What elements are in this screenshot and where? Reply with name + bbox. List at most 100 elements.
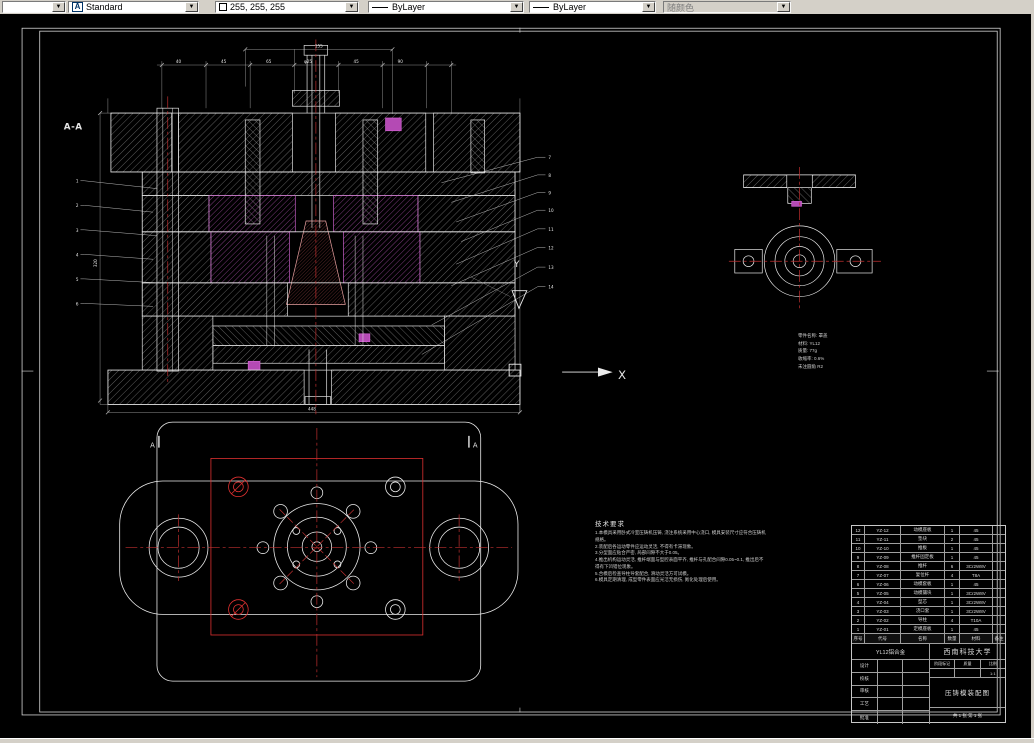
param-line: 未注圆角 R2	[798, 363, 824, 369]
part-qty: 4	[945, 571, 960, 579]
part-name: 推杆	[901, 562, 945, 570]
parts-row: 3 YZ-03 浇口套 1 3Cr2W8V	[852, 607, 1005, 616]
signature-label: 校核	[852, 672, 878, 685]
part-code: YZ-06	[865, 580, 901, 588]
part-qty: 1	[945, 580, 960, 588]
part-seq: 7	[852, 571, 865, 579]
svg-text:14: 14	[548, 285, 554, 290]
svg-text:6: 6	[76, 301, 79, 306]
svg-text:40: 40	[176, 59, 182, 64]
linetype-value: ByLayer	[392, 2, 426, 12]
part-material: 45	[960, 535, 993, 543]
linetype-combo[interactable]: ByLayer ▼	[368, 1, 524, 13]
text-style-value: Standard	[86, 2, 123, 12]
part-material: 3Cr2W8V	[960, 589, 993, 597]
part-material: T10A	[960, 616, 993, 624]
chevron-down-icon[interactable]: ▼	[185, 2, 198, 12]
parts-row: 1 YZ-01 定模座板 1 45	[852, 625, 1005, 634]
svg-text:φ25: φ25	[304, 59, 312, 64]
lineweight-value: ByLayer	[553, 2, 587, 12]
tech-note-line: 4.推出机构运动灵活, 推杆端面与型腔表面平齐, 推杆与孔配合间隙0.05~0.…	[595, 557, 764, 569]
part-name: 导柱	[901, 616, 945, 624]
chevron-down-icon[interactable]: ▼	[642, 2, 655, 12]
ucs-y-label: Y	[513, 260, 520, 270]
layer-combo[interactable]: ▼	[2, 1, 66, 13]
svg-text:9: 9	[548, 191, 551, 196]
part-name: 定模座板	[901, 625, 945, 633]
part-qty: 1	[945, 625, 960, 633]
part-seq: 11	[852, 535, 865, 543]
part-note	[993, 607, 1005, 615]
school-cell: 西南科技大学	[943, 648, 992, 656]
signature-row: 设计	[852, 660, 929, 673]
tech-notes-title: 技术要求	[595, 521, 625, 528]
section-label: A-A	[64, 123, 83, 133]
part-note	[993, 589, 1005, 597]
color-combo[interactable]: 255, 255, 255 ▼	[215, 1, 359, 13]
lineweight-combo[interactable]: ByLayer ▼	[529, 1, 656, 13]
parts-row: 12 YZ-12 动模座板 1 45	[852, 526, 1005, 535]
section-view	[80, 39, 546, 415]
magenta-block	[385, 117, 402, 132]
part-note	[993, 616, 1005, 624]
chevron-down-icon[interactable]: ▼	[510, 2, 523, 12]
plan-view	[119, 421, 519, 682]
part-code: YZ-03	[865, 607, 901, 615]
ucs-x-label: X	[618, 368, 626, 382]
svg-text:5: 5	[76, 277, 79, 282]
part-note	[993, 544, 1005, 552]
properties-toolbar: ▼ A Standard ▼ 255, 255, 255 ▼ ByLayer ▼…	[0, 0, 1034, 14]
part-qty: 1	[945, 598, 960, 606]
stage-values: 1:1	[930, 669, 1005, 678]
drawing-canvas[interactable]: A-A X Y A A 40 45 65 φ25 45 90 155 448 3…	[0, 14, 1034, 738]
parts-row: 9 YZ-09 推杆固定板 1 45	[852, 553, 1005, 562]
part-name: 动模座板	[901, 526, 945, 534]
part-material: T8A	[960, 571, 993, 579]
sheet-info: 共 1 张 第 1 张	[952, 712, 983, 718]
signature-row: 校核	[852, 672, 929, 686]
part-seq: 1	[852, 625, 865, 633]
svg-text:65: 65	[266, 59, 272, 64]
part-name: 浇口套	[901, 607, 945, 615]
part-code: YZ-02	[865, 616, 901, 624]
signature-row: 批准	[852, 711, 929, 724]
parts-row: 10 YZ-10 推板 1 45	[852, 544, 1005, 553]
svg-text:3: 3	[76, 228, 79, 233]
param-line: 收缩率: 0.6%	[798, 355, 825, 361]
part-view	[728, 167, 881, 311]
part-name: 垫块	[901, 535, 945, 543]
part-seq: 8	[852, 562, 865, 570]
svg-text:13: 13	[548, 265, 554, 270]
part-code: YZ-04	[865, 598, 901, 606]
plan-centerlines	[125, 427, 513, 678]
part-qty: 2	[945, 535, 960, 543]
part-name: 型芯	[901, 598, 945, 606]
parts-row: 4 YZ-04 型芯 1 3Cr2W8V	[852, 598, 1005, 607]
text-style-combo[interactable]: A Standard ▼	[68, 1, 199, 13]
part-code: YZ-05	[865, 589, 901, 597]
color-value: 255, 255, 255	[230, 2, 286, 12]
tech-note-line: 6.模具定期清理, 成型零件表面应光洁无损伤, 氮化处理后使用。	[595, 577, 721, 583]
screw-hole-red	[228, 476, 249, 620]
parts-row: 7 YZ-07 复位杆 4 T8A	[852, 571, 1005, 580]
svg-text:4: 4	[76, 252, 79, 257]
part-qty: 1	[945, 553, 960, 561]
part-note	[993, 580, 1005, 588]
part-note	[993, 553, 1005, 561]
signature-label: 审核	[852, 685, 878, 698]
part-code: YZ-08	[865, 562, 901, 570]
chevron-down-icon[interactable]: ▼	[52, 2, 65, 12]
part-material: 3Cr2W8V	[960, 562, 993, 570]
parts-row: 11 YZ-11 垫块 2 45	[852, 535, 1005, 544]
part-qty: 1	[945, 589, 960, 597]
part-note	[993, 562, 1005, 570]
signature-grid: 设计 校核 审核 工艺 批准	[852, 660, 930, 724]
part-name: 推板	[901, 544, 945, 552]
chevron-down-icon[interactable]: ▼	[345, 2, 358, 12]
part-name: 动模镶块	[901, 589, 945, 597]
svg-text:155: 155	[315, 43, 323, 48]
part-material: 45	[960, 625, 993, 633]
part-qty: 6	[945, 562, 960, 570]
plotstyle-combo: 随颜色 ▼	[663, 1, 791, 13]
linetype-preview-icon	[372, 6, 388, 8]
